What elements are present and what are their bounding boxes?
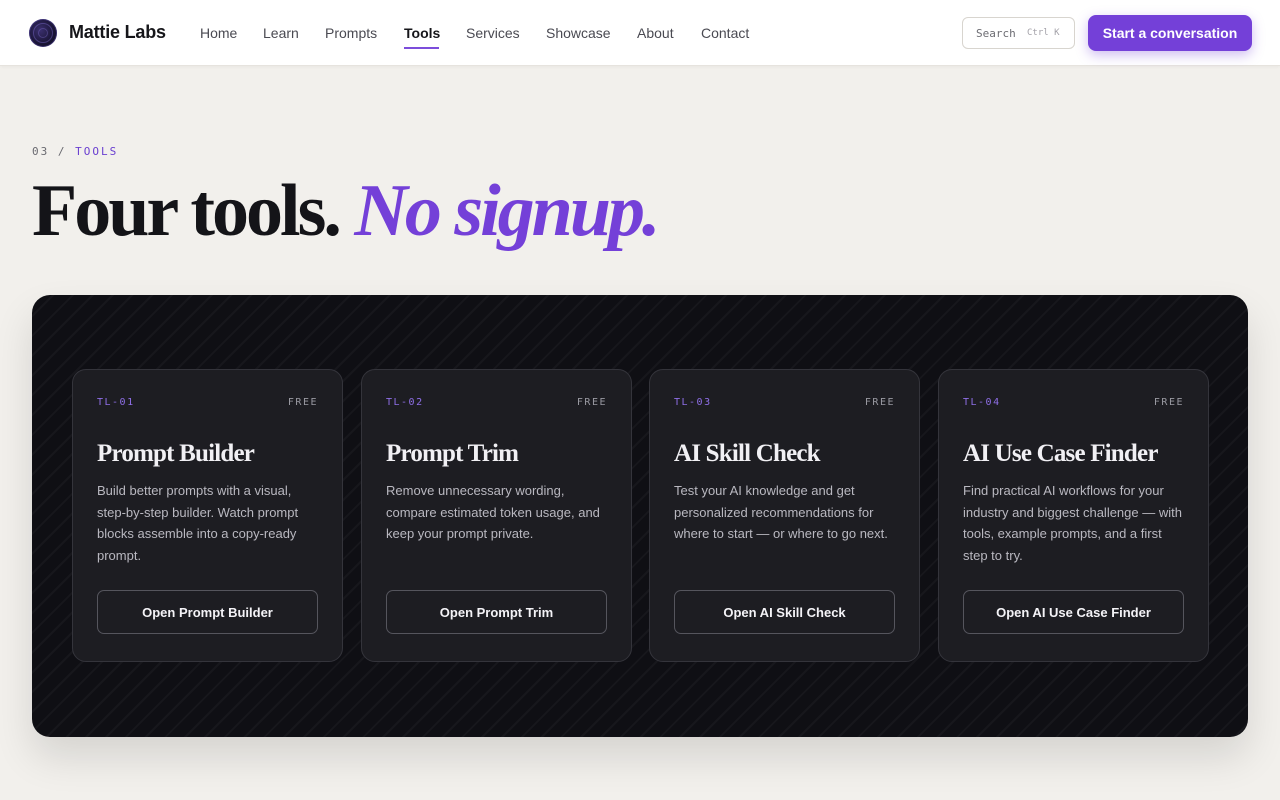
nav-contact[interactable]: Contact — [701, 25, 749, 41]
tool-id: TL-04 — [963, 397, 1001, 408]
nav-learn[interactable]: Learn — [263, 25, 299, 41]
price-badge: FREE — [287, 397, 318, 408]
tool-id: TL-01 — [97, 397, 135, 408]
search-label: Search — [976, 27, 1016, 40]
nav-tools[interactable]: Tools — [404, 25, 440, 41]
nav-prompts[interactable]: Prompts — [325, 25, 377, 41]
tool-title: Prompt Trim — [386, 440, 519, 467]
search-button[interactable]: Search Ctrl K — [962, 17, 1075, 49]
tool-description: Find practical AI workflows for your ind… — [963, 483, 1182, 563]
tool-title: AI Use Case Finder — [963, 440, 1158, 467]
tool-title: Prompt Builder — [97, 440, 255, 467]
open-ai-use-case-finder-button[interactable]: Open AI Use Case Finder — [963, 590, 1184, 634]
site-header: Mattie Labs Home Learn Prompts Tools Ser… — [0, 0, 1280, 66]
tool-card-prompt-trim: TL-02 FREE Prompt Trim Remove unnecessar… — [361, 369, 632, 662]
tool-description: Remove unnecessary wording, compare esti… — [386, 483, 600, 541]
page-title: Four tools. No signup. — [32, 170, 660, 252]
section-name: TOOLS — [75, 145, 119, 158]
tool-id: TL-03 — [674, 397, 712, 408]
search-shortcut-hint: Ctrl K — [1027, 28, 1060, 38]
open-ai-skill-check-button[interactable]: Open AI Skill Check — [674, 590, 895, 634]
price-badge: FREE — [864, 397, 895, 408]
tool-description: Build better prompts with a visual, step… — [97, 483, 299, 563]
start-conversation-button[interactable]: Start a conversation — [1088, 15, 1252, 51]
tool-card-ai-use-case-finder: TL-04 FREE AI Use Case Finder Find pract… — [938, 369, 1209, 662]
tool-card-ai-skill-check: TL-03 FREE AI Skill Check Test your AI k… — [649, 369, 920, 662]
nav-services[interactable]: Services — [466, 25, 520, 41]
title-plain: Four tools. — [32, 170, 342, 252]
nav-home[interactable]: Home — [200, 25, 237, 41]
open-prompt-builder-button[interactable]: Open Prompt Builder — [97, 590, 318, 634]
orbit-logo-icon[interactable] — [29, 19, 57, 47]
nav-about[interactable]: About — [637, 25, 674, 41]
tool-id: TL-02 — [386, 397, 424, 408]
tool-title: AI Skill Check — [674, 440, 821, 467]
price-badge: FREE — [1153, 397, 1184, 408]
title-accent: No signup. — [354, 170, 660, 252]
tool-description: Test your AI knowledge and get personali… — [674, 483, 888, 541]
open-prompt-trim-button[interactable]: Open Prompt Trim — [386, 590, 607, 634]
price-badge: FREE — [576, 397, 607, 408]
tools-panel: TL-01 FREE Prompt Builder Build better p… — [32, 295, 1248, 737]
section-index: 03 / — [32, 145, 67, 158]
section-eyebrow: 03 / TOOLS — [32, 145, 118, 158]
brand-name[interactable]: Mattie Labs — [69, 22, 166, 43]
active-nav-indicator — [404, 47, 439, 49]
nav-showcase[interactable]: Showcase — [546, 25, 611, 41]
tool-card-prompt-builder: TL-01 FREE Prompt Builder Build better p… — [72, 369, 343, 662]
